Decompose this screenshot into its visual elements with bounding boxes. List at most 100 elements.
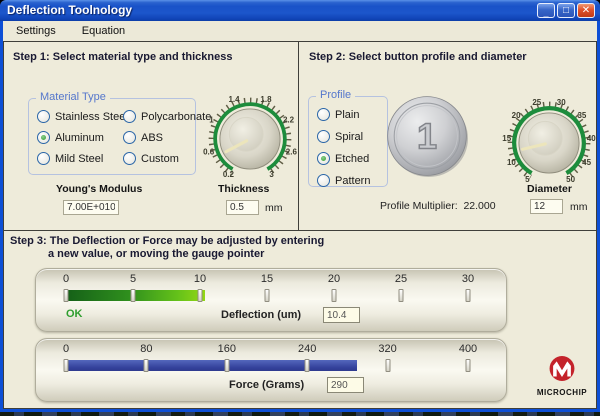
deflection-gauge[interactable]: 0 5 10 15 20 25 30 [35,268,507,332]
knob-label: 10 [507,158,516,167]
tick-mark [398,289,403,302]
deflection-track[interactable] [66,289,468,302]
radio-icon [123,110,136,123]
tick-mark [197,289,202,302]
radio-spiral[interactable]: Spiral [317,130,370,143]
force-input[interactable] [327,377,364,393]
force-scale: 0 80 160 240 320 400 [66,339,468,401]
profile-multiplier-value: 22.000 [463,200,495,212]
microchip-logo-icon [546,355,578,382]
window-title: Deflection Toolnology [7,3,132,17]
knob-label: 3 [269,170,274,179]
step3-panel: Step 3: The Deflection or Force may be a… [4,231,596,408]
maximize-icon: □ [563,5,569,16]
radio-aluminum[interactable]: Aluminum [37,131,123,144]
tick-mark [224,359,229,372]
knob-label: 25 [532,98,541,107]
tick-mark [466,289,471,302]
knob-label: 1 [209,116,214,125]
force-gauge-label: Force (Grams) [229,379,304,391]
window-controls: _ □ ✕ [537,3,595,18]
microchip-branding: MICROCHIP [528,355,596,397]
tick-label: 20 [328,273,340,285]
knob-label: 0.6 [203,148,215,157]
thickness-unit: mm [265,202,283,214]
tick-label: 80 [140,343,152,355]
thickness-label: Thickness [218,183,269,195]
tick-label: 10 [194,273,206,285]
radio-label: ABS [141,132,163,144]
main-content: Step 1: Select material type and thickne… [3,41,597,409]
profile-group-label: Profile [316,89,355,101]
profile-group: Profile Plain Spiral Etched [308,96,388,187]
radio-polycarbonate[interactable]: Polycarbonate [123,110,211,123]
knob-label: 2.2 [283,116,295,125]
tick-label: 30 [462,273,474,285]
tick-mark [131,289,136,302]
radio-icon [317,108,330,121]
step2-panel: Step 2: Select button profile and diamet… [299,42,596,230]
radio-mild-steel[interactable]: Mild Steel [37,152,123,165]
menu-equation[interactable]: Equation [82,25,125,37]
force-track[interactable] [66,359,468,372]
microchip-wordmark: MICROCHIP [528,388,596,397]
knob-label: 30 [557,98,566,107]
coin-digit: 1 [417,115,437,156]
material-type-group-label: Material Type [36,91,110,103]
maximize-button[interactable]: □ [557,3,575,18]
tick-mark [265,289,270,302]
deflection-scale: 0 5 10 15 20 25 30 [66,269,468,331]
radio-pattern[interactable]: Pattern [317,174,370,187]
deflection-input[interactable] [323,307,360,323]
menu-settings[interactable]: Settings [16,25,56,37]
tick-mark [466,359,471,372]
thickness-knob[interactable]: 0.2 0.6 1 1.4 1.8 2.2 2.6 3 [203,92,297,186]
deflection-gauge-label: Deflection (um) [221,309,301,321]
force-gauge[interactable]: 0 80 160 240 320 400 [35,338,507,402]
tick-mark [332,289,337,302]
titlebar[interactable]: Deflection Toolnology _ □ ✕ [0,0,600,21]
radio-label: Aluminum [55,132,104,144]
close-button[interactable]: ✕ [577,3,595,18]
radio-label: Plain [335,109,359,121]
minimize-icon: _ [543,8,548,18]
deflection-status: OK [66,308,83,320]
tick-mark [385,359,390,372]
radio-abs[interactable]: ABS [123,131,211,144]
diameter-knob[interactable]: 5 10 15 20 25 30 35 40 45 50 [502,96,596,190]
radio-icon [123,131,136,144]
profile-options: Plain Spiral Etched Pattern [317,108,370,187]
radio-etched[interactable]: Etched [317,152,370,165]
knob-label: 20 [512,111,521,120]
radio-label: Spiral [335,131,363,143]
step2-heading: Step 2: Select button profile and diamet… [309,51,527,63]
radio-custom[interactable]: Custom [123,152,211,165]
tick-mark [64,359,69,372]
radio-icon [317,174,330,187]
knob-label: 15 [502,134,511,143]
tick-label: 5 [130,273,136,285]
tick-label: 320 [378,343,396,355]
thickness-input[interactable] [226,200,259,215]
menu-bar: Settings Equation [3,21,597,41]
close-icon: ✕ [582,5,590,16]
tick-label: 0 [63,273,69,285]
app-window: Deflection Toolnology _ □ ✕ Settings Equ… [0,0,600,412]
diameter-input[interactable] [530,199,563,214]
tick-label: 25 [395,273,407,285]
radio-label: Polycarbonate [141,111,211,123]
radio-icon [317,130,330,143]
knob-label: 35 [577,111,586,120]
button-preview: 1 [386,95,468,177]
knob-label: 1.4 [228,95,240,104]
knob-label: 2.6 [286,148,298,157]
radio-plain[interactable]: Plain [317,108,370,121]
step3-heading-line1: Step 3: The Deflection or Force may be a… [10,235,324,247]
radio-stainless-steel[interactable]: Stainless Steel [37,110,123,123]
youngs-modulus-input[interactable] [63,200,119,215]
step3-heading-line2: a new value, or moving the gauge pointer [48,248,264,260]
minimize-button[interactable]: _ [537,3,555,18]
deflection-bar[interactable] [66,290,205,301]
material-type-options: Stainless Steel Polycarbonate Aluminum [37,110,211,165]
force-bar[interactable] [66,360,357,371]
